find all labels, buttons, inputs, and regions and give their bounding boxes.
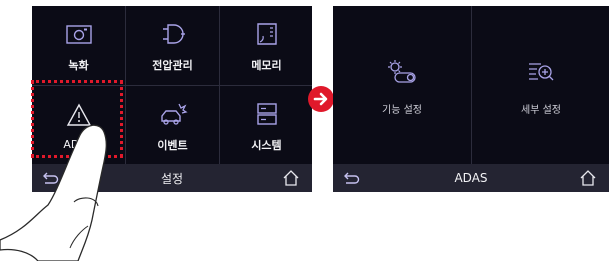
home-icon[interactable] bbox=[282, 169, 300, 187]
server-icon bbox=[252, 99, 282, 129]
bottom-bar: ADAS bbox=[333, 164, 609, 192]
detail-settings-item[interactable]: 세부 설정 bbox=[472, 6, 609, 164]
screen-title: 설정 bbox=[160, 171, 184, 186]
arrow-right-icon bbox=[308, 86, 334, 112]
menu-item-system[interactable]: 시스템 bbox=[220, 86, 312, 165]
detail-settings-icon bbox=[524, 55, 558, 89]
menu-item-voltage[interactable]: 전압관리 bbox=[126, 6, 219, 85]
camera-icon bbox=[64, 19, 94, 49]
feature-settings-item[interactable]: 기능 설정 bbox=[333, 6, 471, 164]
menu-item-label: 시스템 bbox=[251, 138, 282, 152]
home-icon[interactable] bbox=[579, 169, 597, 187]
menu-item-label: 이벤트 bbox=[157, 138, 188, 152]
car-collision-icon bbox=[158, 99, 188, 129]
menu-item-recording[interactable]: 녹화 bbox=[32, 6, 125, 85]
back-icon[interactable] bbox=[343, 170, 361, 186]
adas-screen: 기능 설정 세부 설정 ADAS bbox=[333, 6, 609, 192]
detail-settings-label: 세부 설정 bbox=[521, 104, 561, 116]
pointing-hand-icon bbox=[0, 124, 107, 261]
feature-settings-icon bbox=[385, 55, 419, 89]
plug-icon bbox=[158, 19, 188, 49]
screen-title: ADAS bbox=[454, 171, 488, 185]
menu-item-label: 녹화 bbox=[68, 58, 89, 72]
menu-item-label: 전압관리 bbox=[152, 58, 193, 72]
menu-item-label: 메모리 bbox=[251, 58, 282, 72]
feature-settings-label: 기능 설정 bbox=[382, 104, 422, 116]
menu-item-memory[interactable]: 메모리 bbox=[220, 6, 312, 85]
sd-card-icon bbox=[252, 19, 282, 49]
